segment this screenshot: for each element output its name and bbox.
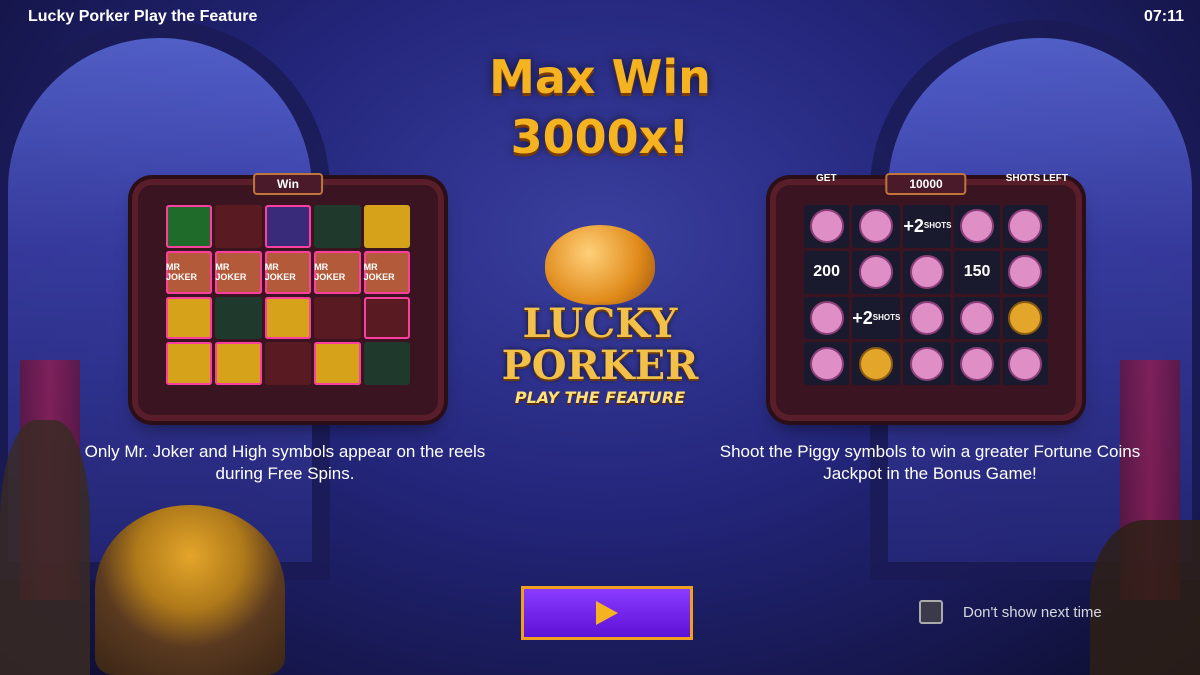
- logo-lucky: LUCKY: [522, 300, 678, 347]
- window-title: Lucky Porker Play the Feature: [28, 8, 258, 25]
- bonus-game-preview: GET 10000 SHOTS LEFT +2 SHOTS 200 150 +2 S…: [776, 173, 1076, 415]
- piggy-icon: [910, 300, 945, 335]
- piggy-icon: [910, 255, 945, 290]
- high-symbol: [363, 342, 410, 385]
- joker-symbol: MR JOKER: [215, 250, 262, 294]
- gold-symbol: [363, 205, 410, 248]
- gold-symbol: [166, 296, 213, 340]
- high-symbol: [264, 342, 312, 385]
- max-win-heading: Max Win: [489, 50, 711, 104]
- jackpot-label: 10000: [885, 173, 967, 195]
- gold-symbol: [264, 296, 312, 340]
- piggy-icon: [809, 209, 844, 244]
- bonus-game-description: Shoot the Piggy symbols to win a greater…: [719, 442, 1141, 483]
- high-symbol: [314, 205, 361, 248]
- high-symbol: [314, 296, 361, 340]
- coin-bag-decor: [95, 505, 285, 675]
- gold-symbol: [314, 342, 361, 385]
- prize-value: 200: [804, 250, 850, 294]
- piggy-icon: [960, 209, 995, 244]
- gold-symbol: [166, 342, 213, 385]
- shots-word: SHOTS: [872, 312, 901, 322]
- extra-shots: +2 SHOTS: [903, 205, 952, 248]
- piggy-icon: [809, 300, 844, 335]
- golden-pig-icon: [545, 225, 655, 305]
- logo-porker: PORKER: [501, 342, 699, 389]
- free-spins-description: Only Mr. Joker and High symbols appear o…: [84, 442, 486, 483]
- dont-show-label[interactable]: Don't show next time: [963, 604, 1102, 621]
- cash-symbol: [166, 205, 213, 248]
- high-symbol: [215, 205, 262, 248]
- high-symbol: [215, 296, 262, 340]
- clock: 07:11: [1143, 8, 1184, 25]
- joker-symbol: MR JOKER: [363, 250, 410, 294]
- bag-symbol: [264, 205, 312, 248]
- joker-symbol: MR JOKER: [314, 250, 361, 294]
- shots-bonus: +2: [903, 216, 924, 237]
- win-label: Win: [253, 173, 323, 195]
- bonus-grid: +2 SHOTS 200 150 +2 SHOTS: [804, 205, 1048, 385]
- coin-icon: [859, 346, 894, 381]
- shots-bonus: +2: [852, 307, 873, 328]
- sack-right-decor: [1090, 520, 1200, 675]
- joker-symbol: MR JOKER: [166, 250, 213, 294]
- piggy-icon: [859, 255, 894, 290]
- piggy-icon: [859, 209, 894, 244]
- piggy-icon: [1008, 209, 1043, 244]
- gold-symbol: [215, 342, 262, 385]
- piggy-icon: [960, 300, 995, 335]
- max-win-value: 3000x!: [510, 110, 690, 164]
- shots-word: SHOTS: [923, 221, 952, 231]
- logo-tagline: PLAY THE FEATURE: [514, 388, 686, 407]
- play-icon: [596, 601, 618, 625]
- free-spins-preview: Win MR JOKER MR JOKER MR JOKER MR JOKER …: [138, 173, 438, 415]
- piggy-icon: [910, 346, 945, 381]
- dont-show-checkbox[interactable]: [919, 600, 943, 624]
- high-symbol: [363, 296, 410, 340]
- coin-icon: [1008, 300, 1043, 335]
- play-button[interactable]: [521, 586, 693, 640]
- piggy-icon: [1008, 255, 1043, 290]
- piggy-icon: [960, 346, 995, 381]
- piggy-icon: [809, 346, 844, 381]
- piggy-icon: [1008, 346, 1043, 381]
- reel-grid: MR JOKER MR JOKER MR JOKER MR JOKER MR J…: [166, 205, 410, 385]
- joker-symbol: MR JOKER: [264, 250, 312, 294]
- extra-shots: +2 SHOTS: [852, 296, 901, 340]
- shots-left-note: SHOTS LEFT: [1005, 173, 1068, 184]
- get-note: GET: [816, 173, 837, 184]
- prize-value: 150: [954, 250, 1000, 294]
